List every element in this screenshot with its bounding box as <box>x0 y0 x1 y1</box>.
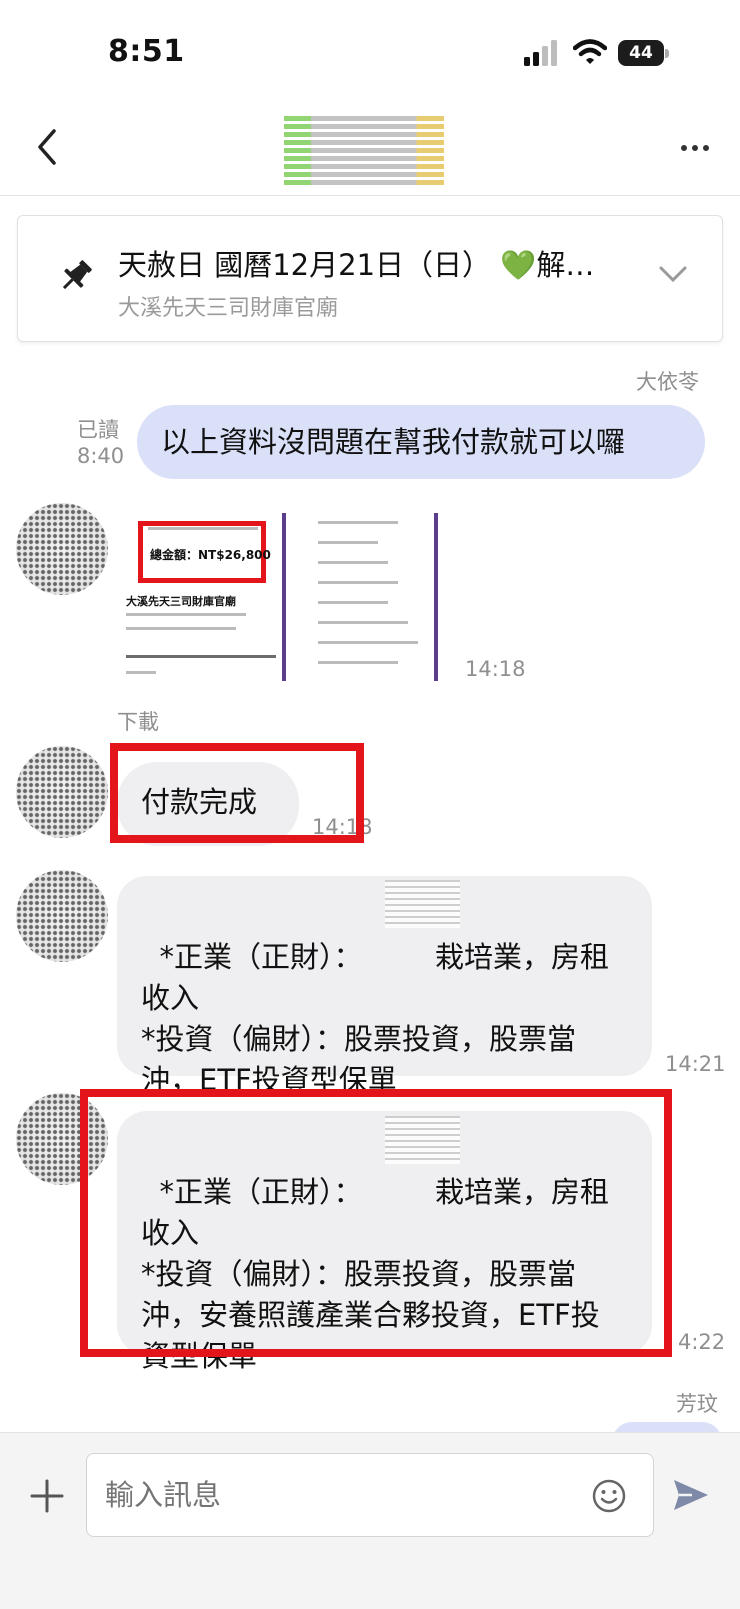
send-icon[interactable] <box>672 1477 710 1513</box>
chevron-down-icon[interactable] <box>658 264 688 284</box>
avatar[interactable] <box>16 870 108 962</box>
battery-icon: 44 <box>618 40 670 66</box>
message-time: 14:21 <box>665 1052 726 1076</box>
receipt-total: 總金額：NT$26,800 <box>150 548 271 562</box>
receipt-right-panel <box>290 513 438 681</box>
cellular-signal-icon <box>524 40 557 66</box>
message-text: 以上資料沒問題在幫我付款就可以囉 <box>161 425 626 459</box>
back-button[interactable] <box>30 125 66 169</box>
pinned-title: 天赦日 國曆12月21日（日） 💚解… <box>118 248 595 282</box>
sender-name: 大依苓 <box>636 370 699 394</box>
highlight-box <box>110 743 364 843</box>
avatar[interactable] <box>16 503 108 595</box>
status-time: 8:51 <box>108 34 185 69</box>
message-input-bar <box>0 1432 740 1609</box>
pinned-subtitle: 大溪先天三司財庫官廟 <box>118 296 339 321</box>
redacted-text <box>385 880 460 928</box>
message-bubble-outgoing[interactable]: 以上資料沒問題在幫我付款就可以囉 <box>137 405 705 479</box>
message-time: 8:40 <box>77 444 125 468</box>
pin-icon <box>62 260 92 290</box>
message-time: 4:22 <box>678 1330 726 1354</box>
read-receipt: 已讀 <box>77 418 119 442</box>
download-link[interactable]: 下載 <box>117 706 159 736</box>
emoji-icon[interactable] <box>592 1479 626 1513</box>
highlight-box <box>80 1089 672 1357</box>
add-icon[interactable] <box>30 1479 64 1513</box>
status-bar: 8:51 44 <box>0 0 740 100</box>
message-text: *正業（正財）： 栽培業，房租收入 *投資（偏財）：股票投資，股票當沖，ETF投… <box>141 940 609 1097</box>
receipt-left-panel: 總金額：NT$26,800 大溪先天三司財庫官廟 <box>118 513 286 681</box>
message-input[interactable] <box>86 1453 654 1537</box>
image-message[interactable]: 總金額：NT$26,800 大溪先天三司財庫官廟 <box>118 513 452 681</box>
message-time: 14:18 <box>465 657 526 681</box>
chat-title-obscured[interactable] <box>284 115 454 185</box>
sender-name: 芳玟 <box>676 1392 718 1416</box>
pinned-announcement[interactable]: 天赦日 國曆12月21日（日） 💚解… 大溪先天三司財庫官廟 <box>17 215 723 342</box>
ellipsis-icon[interactable] <box>680 144 710 152</box>
receipt-payee: 大溪先天三司財庫官廟 <box>126 595 236 608</box>
wifi-icon <box>573 39 607 64</box>
avatar[interactable] <box>16 746 108 838</box>
battery-level: 44 <box>618 40 664 66</box>
chat-header <box>0 100 740 196</box>
